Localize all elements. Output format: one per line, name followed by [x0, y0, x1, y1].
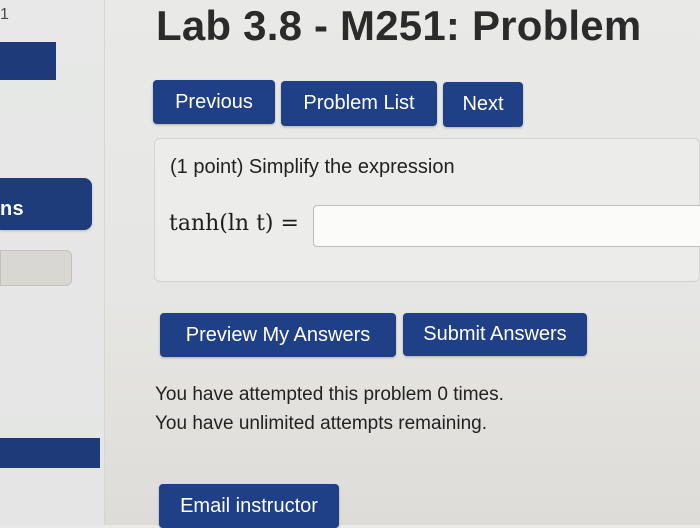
email-instructor-button[interactable]: Email instructor — [159, 484, 339, 528]
problem-list-button[interactable]: Problem List — [281, 81, 437, 126]
page-title: Lab 3.8 - M251: Problem — [156, 2, 642, 49]
next-button[interactable]: Next — [443, 82, 523, 127]
sidebar-input[interactable] — [0, 250, 72, 286]
sidebar-panel[interactable]: ns — [0, 178, 92, 230]
remaining-line: You have unlimited attempts remaining. — [155, 413, 487, 434]
sidebar-bottom-bar[interactable] — [0, 438, 100, 468]
problem-box: (1 point) Simplify the expression tanh(l… — [154, 138, 700, 282]
attempts-info: You have attempted this problem 0 times.… — [155, 380, 504, 438]
preview-answers-button[interactable]: Preview My Answers — [160, 313, 396, 357]
attempts-line: You have attempted this problem 0 times. — [155, 384, 504, 405]
problem-prompt: (1 point) Simplify the expression — [170, 156, 455, 178]
sidebar-top-fragment: 1 — [0, 6, 9, 23]
previous-button[interactable]: Previous — [153, 80, 275, 124]
sidebar-panel-label: ns — [0, 198, 24, 220]
answer-input[interactable] — [313, 205, 700, 247]
sidebar-top-block[interactable] — [0, 42, 56, 80]
math-expression: tanh(ln t) = — [169, 211, 299, 236]
submit-answers-button[interactable]: Submit Answers — [403, 313, 587, 356]
sidebar: 1 ns — [0, 0, 105, 525]
